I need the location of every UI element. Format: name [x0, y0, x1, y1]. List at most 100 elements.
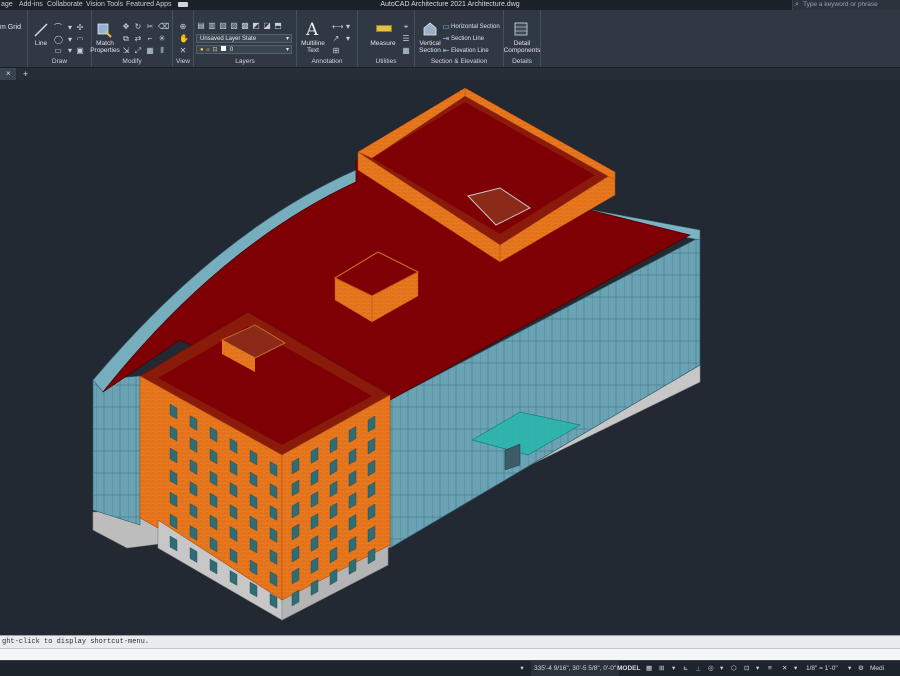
rectangle-icon[interactable]: ▭ [54, 47, 62, 55]
dimension-icon[interactable]: ⟷ [332, 23, 343, 31]
isodraft-icon[interactable]: ⬡ [731, 661, 737, 676]
dropdown-icon[interactable]: ▾ [518, 661, 526, 676]
dropdown-icon[interactable]: ▾ [344, 23, 352, 31]
hatch-icon[interactable]: ✣ [76, 24, 84, 32]
layer-icon[interactable]: ▩ [241, 22, 249, 30]
dropdown-icon[interactable]: ▾ [66, 36, 74, 44]
layer-icon[interactable]: ◩ [252, 22, 260, 30]
match-properties-label[interactable]: Match Properties [90, 40, 120, 54]
building-model [92, 87, 701, 621]
horizontal-section-button[interactable]: Horizontal Section [451, 23, 500, 31]
close-icon[interactable]: × [6, 68, 11, 80]
explode-icon[interactable]: ✳ [158, 35, 166, 43]
section-line-icon[interactable]: ⇥ [442, 35, 450, 43]
arc-icon[interactable]: ◠ [76, 36, 84, 44]
move-icon[interactable]: ✥ [122, 23, 130, 31]
id-point-icon[interactable]: ⌖ [402, 23, 410, 31]
infer-icon[interactable]: ⊾ [683, 661, 688, 676]
match-properties-icon[interactable] [96, 22, 112, 38]
draw-panel-label[interactable]: Draw [28, 57, 91, 67]
section-elevation-panel-label[interactable]: Section & Elevation [415, 57, 503, 67]
offset-icon[interactable]: ⫴ [158, 47, 166, 55]
drawing-canvas[interactable] [0, 80, 900, 635]
measure-icon[interactable] [376, 25, 392, 32]
stretch-icon[interactable]: ⇲ [122, 47, 130, 55]
multiline-text-label[interactable]: Multiline Text [298, 40, 328, 54]
table-icon[interactable]: ⊞ [332, 47, 340, 55]
current-layer-value: 0 [229, 47, 234, 53]
annotation-visibility-icon[interactable]: ✕ [782, 661, 787, 676]
grid-icon[interactable]: ▦ [646, 661, 652, 676]
layer-icon[interactable]: ▧ [219, 22, 227, 30]
modify-panel-label[interactable]: Modify [92, 57, 172, 67]
curved-glass-facade [92, 375, 141, 526]
vertical-section-label[interactable]: Vertical Section [415, 40, 445, 54]
panel-details: Detail Components Details [504, 10, 541, 67]
elevation-line-icon[interactable]: ⇤ [442, 47, 450, 55]
detail-level-button[interactable]: Medi [870, 661, 884, 676]
command-history: ght-click to display shortcut-menu. [0, 635, 900, 649]
panel-utilities: Measure ⌖ ☰ ▦ Utilities [358, 10, 415, 67]
current-layer-select[interactable]: ● ☼ ⊡ 0 ▾ [196, 45, 292, 54]
leader-icon[interactable]: ↗ [332, 35, 340, 43]
section-line-button[interactable]: Section Line [451, 35, 484, 43]
layer-icon[interactable]: ▥ [208, 22, 216, 30]
view-panel-label[interactable]: View [173, 57, 193, 67]
elevation-line-button[interactable]: Elevation Line [451, 47, 489, 55]
new-tab-icon[interactable]: + [23, 68, 28, 80]
dropdown-icon[interactable]: ▾ [720, 661, 723, 676]
search-input[interactable]: ⌕ Type a keyword or phrase [792, 0, 900, 10]
lineweight-icon[interactable]: ≡ [768, 661, 772, 676]
model-space-button[interactable]: MODEL [617, 661, 640, 676]
measure-label[interactable]: Measure [366, 40, 400, 47]
layers-panel-label[interactable]: Layers [194, 57, 296, 67]
rotate-icon[interactable]: ↻ [134, 23, 142, 31]
layer-properties-icon[interactable]: ▤ [197, 22, 205, 30]
layer-icon[interactable]: ◪ [263, 22, 271, 30]
layer-icon[interactable]: ⬒ [274, 22, 282, 30]
layer-state-select[interactable]: Unsaved Layer State ▾ [196, 34, 292, 43]
dropdown-icon[interactable]: ▾ [672, 661, 675, 676]
multiline-text-icon[interactable]: A [306, 20, 318, 40]
polar-icon[interactable]: ◎ [708, 661, 714, 676]
orbit-icon[interactable]: ✕ [179, 47, 187, 55]
line-button-label[interactable]: Line [30, 40, 52, 47]
dropdown-icon[interactable]: ▾ [66, 47, 74, 55]
dropdown-icon[interactable]: ▾ [344, 35, 352, 43]
polyline-icon[interactable]: ⌒ [54, 24, 62, 32]
mirror-icon[interactable]: ⇄ [134, 35, 142, 43]
panel-draw: Line ⌒ ▾ ✣ ◯ ▾ ◠ ▭ ▾ ▣ Draw [28, 10, 92, 67]
line-icon[interactable] [33, 22, 49, 38]
utilities-panel-label[interactable]: Utilities [358, 57, 414, 67]
layer-icon[interactable]: ▨ [230, 22, 238, 30]
dropdown-icon[interactable]: ▾ [848, 661, 851, 676]
detail-components-icon[interactable] [513, 21, 529, 37]
coordinates-readout[interactable]: 335'-4 9/16", 30'-5 5/8", 0'-0" [531, 661, 620, 676]
grid-button[interactable]: m Grid [0, 24, 21, 32]
workspace-icon[interactable]: ⚙ [858, 661, 864, 676]
trim-icon[interactable]: ✂ [146, 23, 154, 31]
detail-components-label[interactable]: Detail Components [503, 40, 541, 54]
object-snap-icon[interactable]: ⊡ [744, 661, 749, 676]
zoom-icon[interactable]: ⊕ [179, 23, 187, 31]
array-icon[interactable]: ▦ [146, 47, 154, 55]
dropdown-icon[interactable]: ▾ [66, 24, 74, 32]
horizontal-section-icon[interactable]: ▭ [442, 23, 450, 31]
annotation-scale-button[interactable]: 1/8" = 1'-0" [806, 661, 838, 676]
snap-icon[interactable]: ⊞ [659, 661, 664, 676]
quick-select-icon[interactable]: ☰ [402, 35, 410, 43]
erase-icon[interactable]: ⌫ [158, 23, 169, 31]
copy-icon[interactable]: ⧉ [122, 35, 130, 43]
circle-icon[interactable]: ◯ [54, 36, 63, 44]
vertical-section-icon[interactable] [422, 21, 438, 37]
dropdown-icon[interactable]: ▾ [794, 661, 797, 676]
pan-icon[interactable]: ✋ [179, 35, 189, 43]
scale-icon[interactable]: ⤢ [134, 47, 142, 55]
boundary-icon[interactable]: ▣ [76, 47, 84, 55]
ortho-icon[interactable]: ⟂ [696, 661, 700, 676]
details-panel-label[interactable]: Details [504, 57, 540, 67]
calculator-icon[interactable]: ▦ [402, 47, 410, 55]
dropdown-icon[interactable]: ▾ [756, 661, 759, 676]
fillet-icon[interactable]: ⌐ [146, 35, 154, 43]
annotation-panel-label[interactable]: Annotation [297, 57, 357, 67]
